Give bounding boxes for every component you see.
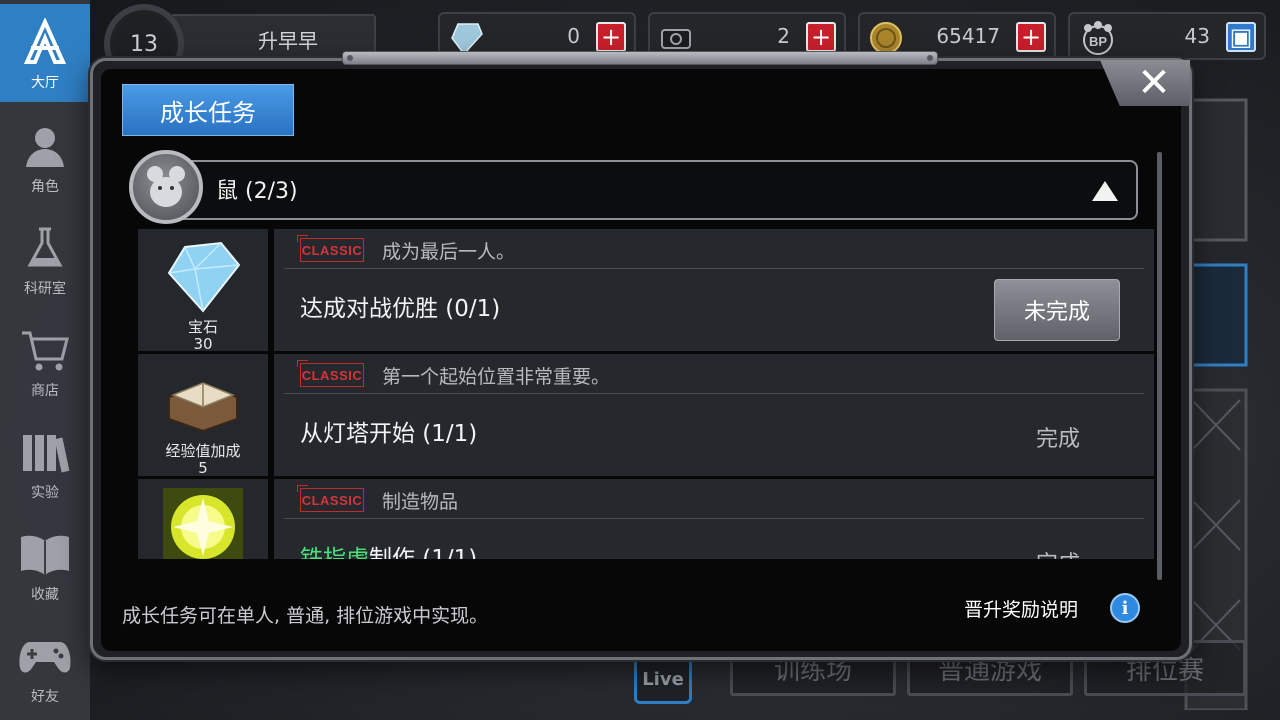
reward-slot bbox=[138, 479, 268, 559]
bp-card-button[interactable]: ▣ bbox=[1226, 22, 1256, 52]
sidebar-item-lobby[interactable]: 大厅 bbox=[0, 4, 90, 102]
game-lobby-screen: 训练场 普通游戏 排位赛 Live 大厅 角色 科研室 商店 实验 收藏 好友 … bbox=[0, 0, 1280, 720]
player-name-text: 升早早 bbox=[258, 28, 318, 53]
currency-value: 2 bbox=[777, 24, 790, 48]
modal-top-handle bbox=[342, 51, 938, 65]
book-open-icon bbox=[17, 526, 73, 582]
task-row: CLASSIC 制造物品 铁指虎制作 (1/1) 完成 bbox=[138, 479, 1154, 559]
sidebar-item-experiment[interactable]: 实验 bbox=[0, 414, 90, 512]
task-title: 从灯塔开始 (1/1) bbox=[300, 421, 478, 447]
sidebar-item-label: 科研室 bbox=[24, 281, 66, 297]
add-gem-button[interactable]: + bbox=[596, 22, 626, 52]
reward-name: 宝石 bbox=[187, 318, 218, 336]
cart-icon bbox=[17, 322, 73, 378]
classic-tag: CLASSIC bbox=[297, 485, 364, 512]
task-title-highlight: 铁指虎 bbox=[300, 546, 369, 559]
lobby-icon bbox=[17, 14, 73, 70]
incomplete-button[interactable]: 未完成 bbox=[994, 279, 1120, 341]
task-title: 达成对战优胜 (0/1) bbox=[300, 296, 501, 322]
currency-value: 65417 bbox=[936, 24, 1000, 48]
reward-slot: 经验值加成 5 bbox=[138, 354, 268, 476]
add-disc-button[interactable]: + bbox=[806, 22, 836, 52]
category-header[interactable] bbox=[150, 160, 1138, 220]
sidebar-item-label: 好友 bbox=[31, 689, 59, 705]
task-body: CLASSIC 制造物品 铁指虎制作 (1/1) 完成 bbox=[274, 479, 1154, 559]
currency-value: 0 bbox=[567, 24, 580, 48]
task-description: 制造物品 bbox=[382, 491, 459, 513]
task-header: CLASSIC 第一个起始位置非常重要。 bbox=[284, 354, 1144, 394]
tab-growth-tasks[interactable]: 成长任务 bbox=[122, 84, 294, 136]
gamepad-icon bbox=[17, 628, 73, 684]
task-header: CLASSIC 制造物品 bbox=[284, 479, 1144, 519]
promotion-reward-info-link[interactable]: 晋升奖励说明 bbox=[964, 595, 1078, 622]
task-header: CLASSIC 成为最后一人。 bbox=[284, 229, 1144, 269]
close-icon: ✕ bbox=[1137, 60, 1171, 106]
sidebar: 大厅 角色 科研室 商店 实验 收藏 好友 bbox=[0, 0, 90, 720]
character-icon bbox=[17, 118, 73, 174]
category-title: 鼠 (2/3) bbox=[216, 179, 298, 204]
task-body: CLASSIC 成为最后一人。 达成对战优胜 (0/1) 未完成 bbox=[274, 229, 1154, 351]
glow-orb-icon bbox=[163, 488, 243, 559]
live-badge[interactable]: Live bbox=[634, 654, 692, 704]
triangle-up-icon[interactable] bbox=[1090, 178, 1120, 204]
sidebar-item-friends[interactable]: 好友 bbox=[0, 618, 90, 716]
lab-icon bbox=[17, 220, 73, 276]
background-side-panel bbox=[1180, 90, 1280, 712]
currency-bp: BP 43 ▣ bbox=[1068, 12, 1266, 60]
task-description: 成为最后一人。 bbox=[382, 241, 516, 263]
gem-reward-icon bbox=[163, 239, 243, 315]
bp-icon: BP bbox=[1078, 20, 1114, 56]
sidebar-item-label: 大厅 bbox=[31, 75, 59, 91]
sidebar-item-label: 实验 bbox=[31, 485, 59, 501]
rat-avatar bbox=[129, 150, 203, 224]
task-title: 铁指虎制作 (1/1) bbox=[300, 539, 477, 559]
reward-qty: 5 bbox=[198, 459, 208, 477]
reward-qty: 30 bbox=[193, 335, 213, 353]
task-row: 经验值加成 5 CLASSIC 第一个起始位置非常重要。 从灯塔开始 (1/1)… bbox=[138, 354, 1154, 476]
sidebar-item-shop[interactable]: 商店 bbox=[0, 312, 90, 410]
sidebar-item-label: 收藏 bbox=[31, 587, 59, 603]
task-body: CLASSIC 第一个起始位置非常重要。 从灯塔开始 (1/1) 完成 bbox=[274, 354, 1154, 476]
completed-status: 完成 bbox=[1036, 427, 1081, 452]
currency-value: 43 bbox=[1184, 24, 1210, 48]
task-row: 宝石 30 CLASSIC 成为最后一人。 达成对战优胜 (0/1) 未完成 bbox=[138, 229, 1154, 353]
sidebar-item-collection[interactable]: 收藏 bbox=[0, 516, 90, 614]
info-icon[interactable]: i bbox=[1110, 593, 1140, 623]
exp-book-icon bbox=[163, 364, 243, 439]
task-description: 第一个起始位置非常重要。 bbox=[382, 366, 611, 388]
sidebar-item-label: 角色 bbox=[31, 179, 59, 195]
task-title-rest: 制作 (1/1) bbox=[369, 546, 478, 559]
task-list: 宝石 30 CLASSIC 成为最后一人。 达成对战优胜 (0/1) 未完成 经… bbox=[138, 229, 1154, 559]
add-coin-button[interactable]: + bbox=[1016, 22, 1046, 52]
classic-tag: CLASSIC bbox=[297, 360, 364, 387]
books-icon bbox=[17, 424, 73, 480]
scrollbar[interactable] bbox=[1157, 152, 1162, 580]
reward-slot: 宝石 30 bbox=[138, 229, 268, 353]
classic-tag: CLASSIC bbox=[297, 235, 364, 262]
sidebar-item-lab[interactable]: 科研室 bbox=[0, 210, 90, 308]
footer-note: 成长任务可在单人, 普通, 排位游戏中实现。 bbox=[122, 605, 489, 627]
completed-status: 完成 bbox=[1036, 546, 1080, 559]
sidebar-item-character[interactable]: 角色 bbox=[0, 108, 90, 206]
svg-text:BP: BP bbox=[1089, 34, 1107, 49]
sidebar-item-label: 商店 bbox=[31, 383, 59, 399]
reward-name: 经验值加成 bbox=[165, 442, 241, 460]
